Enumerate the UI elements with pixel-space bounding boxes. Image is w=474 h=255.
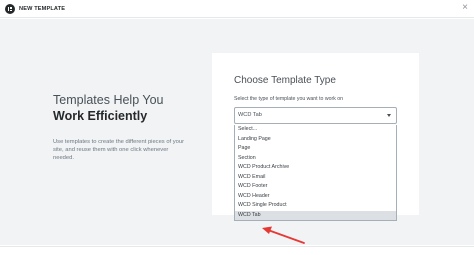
dialog-title: NEW TEMPLATE: [19, 5, 66, 12]
option-wcd-email[interactable]: WCD Email: [235, 173, 396, 183]
intro-heading: Templates Help You Work Efficiently: [53, 92, 193, 124]
template-type-dropdown: Select... Landing Page Page Section WCD …: [234, 125, 397, 221]
option-landing-page[interactable]: Landing Page: [235, 135, 396, 145]
option-wcd-tab[interactable]: WCD Tab: [235, 210, 396, 220]
option-page[interactable]: Page: [235, 144, 396, 154]
intro-description: Use templates to create the different pi…: [53, 139, 185, 162]
option-select[interactable]: Select...: [235, 125, 396, 135]
panel-title: Choose Template Type: [234, 75, 336, 86]
header-bar: NEW TEMPLATE ×: [0, 0, 474, 18]
option-wcd-single-product[interactable]: WCD Single Product: [235, 201, 396, 211]
option-wcd-footer[interactable]: WCD Footer: [235, 182, 396, 192]
elementor-logo-icon: [5, 3, 15, 14]
template-type-select-value: WCD Tab: [238, 112, 262, 118]
option-wcd-product-archive[interactable]: WCD Product Archive: [235, 163, 396, 173]
template-type-label: Select the type of template you want to …: [234, 96, 343, 102]
chevron-down-icon: [387, 113, 391, 117]
intro-heading-line1: Templates Help You: [53, 93, 164, 107]
option-section[interactable]: Section: [235, 154, 396, 164]
intro-heading-line2: Work Efficiently: [53, 109, 148, 123]
template-type-select[interactable]: WCD Tab: [234, 107, 397, 124]
option-wcd-header[interactable]: WCD Header: [235, 192, 396, 202]
close-icon[interactable]: ×: [462, 3, 468, 13]
footer-divider: [0, 246, 474, 247]
